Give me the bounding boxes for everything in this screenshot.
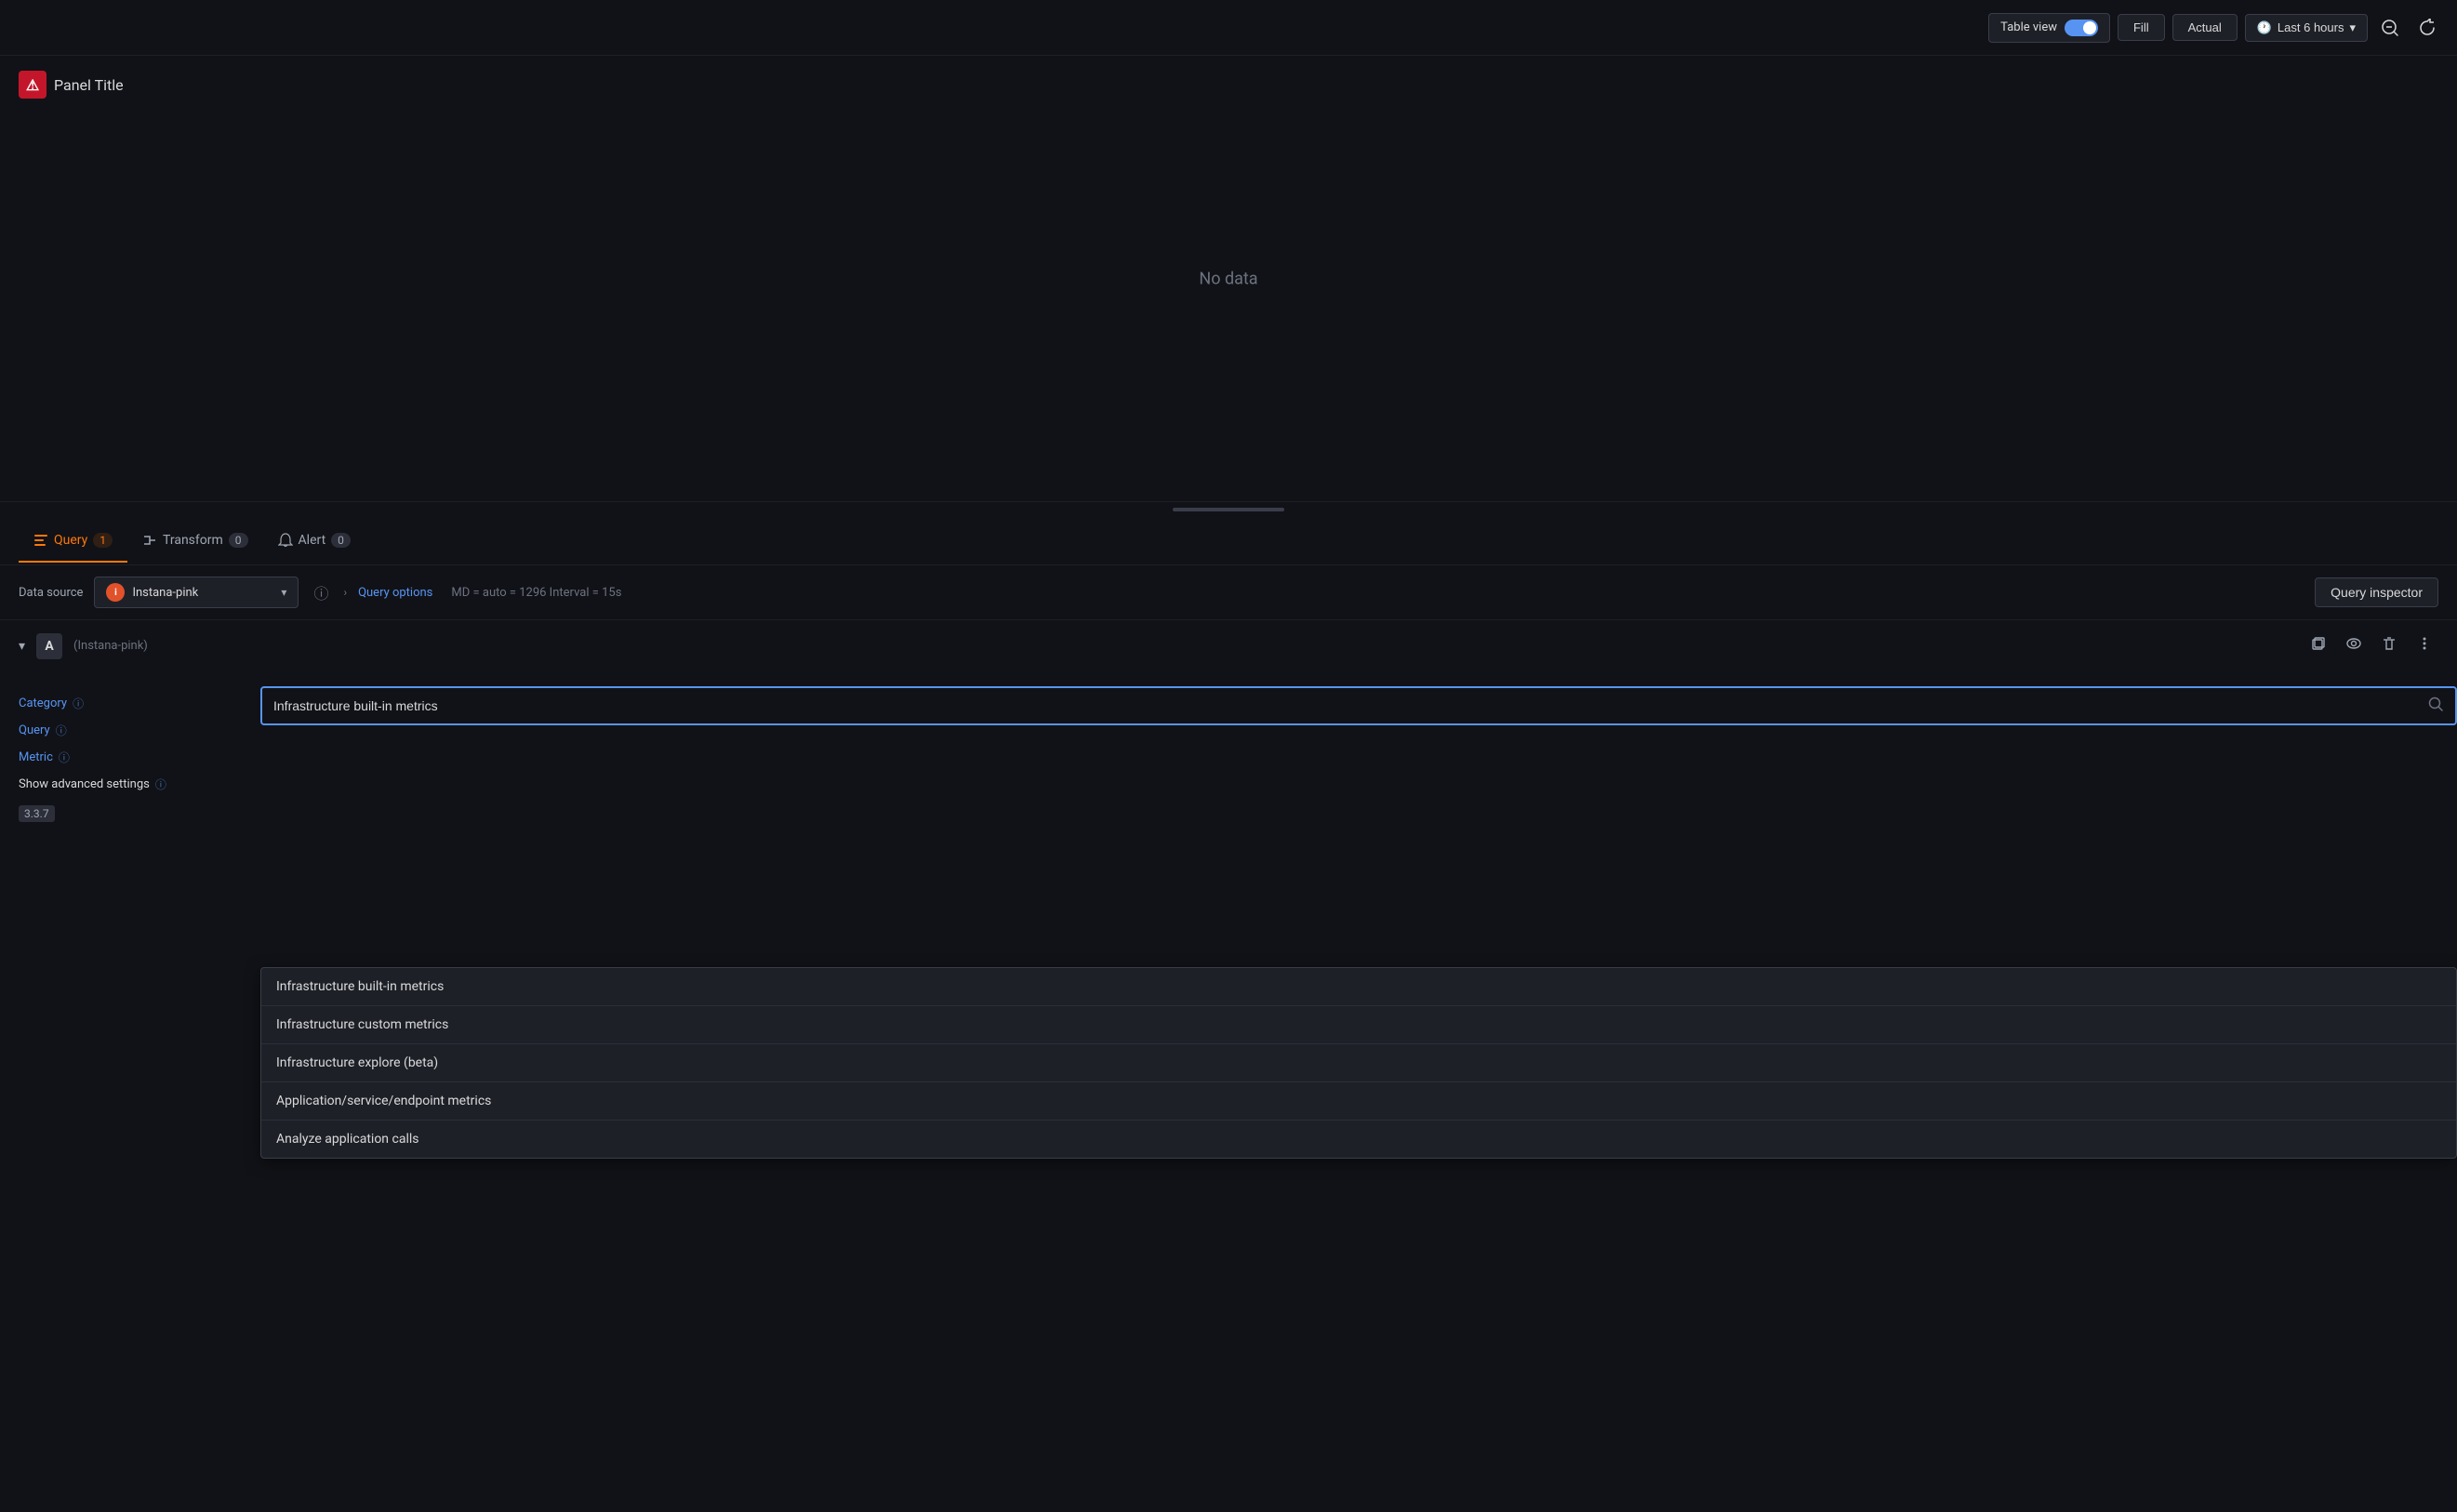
datasource-bar: Data source i Instana-pink ▾ ⓘ › Query o… xyxy=(0,565,2457,620)
chevron-down-icon: ▾ xyxy=(2349,20,2356,35)
field-query-info: ⓘ xyxy=(56,723,67,738)
category-input-wrapper xyxy=(260,686,2457,725)
category-input-area: Infrastructure built-in metrics Infrastr… xyxy=(260,683,2457,921)
field-advanced-label: Show advanced settings xyxy=(19,777,150,791)
alert-icon: ⚠ xyxy=(19,71,46,99)
tab-alert-label: Alert xyxy=(299,533,326,548)
panel-title: Panel Title xyxy=(54,76,124,94)
dropdown-item-3[interactable]: Application/service/endpoint metrics xyxy=(261,1082,2456,1121)
fill-button[interactable]: Fill xyxy=(2118,14,2165,41)
field-query[interactable]: Query ⓘ xyxy=(19,717,242,744)
breadcrumb-arrow: › xyxy=(343,586,347,599)
panel-header: ⚠ Panel Title xyxy=(0,56,2457,113)
time-icon: 🕐 xyxy=(2257,20,2272,35)
dropdown-item-1[interactable]: Infrastructure custom metrics xyxy=(261,1006,2456,1044)
chevron-down-icon: ▾ xyxy=(281,586,286,599)
tab-transform[interactable]: Transform 0 xyxy=(127,520,263,563)
meta-info: MD = auto = 1296 Interval = 15s xyxy=(451,586,621,600)
tab-query-badge: 1 xyxy=(93,533,113,548)
refresh-button[interactable] xyxy=(2412,13,2442,43)
collapse-button[interactable]: ▾ xyxy=(19,638,25,654)
tab-alert-badge: 0 xyxy=(331,533,351,548)
time-label: Last 6 hours xyxy=(2278,20,2344,34)
table-view-toggle[interactable]: Table view xyxy=(1988,13,2110,43)
table-view-switch[interactable] xyxy=(2065,20,2098,36)
datasource-select[interactable]: i Instana-pink ▾ xyxy=(94,577,299,608)
tabs-bar: Query 1 Transform 0 Alert 0 xyxy=(0,517,2457,565)
query-editor: ▾ A (Instana-pink) xyxy=(0,620,2457,683)
query-tab-icon xyxy=(33,533,48,548)
dropdown-item-2[interactable]: Infrastructure explore (beta) xyxy=(261,1044,2456,1082)
more-options-button[interactable] xyxy=(2411,631,2438,660)
alert-tab-icon xyxy=(278,533,293,548)
tab-query[interactable]: Query 1 xyxy=(19,520,127,563)
transform-tab-icon xyxy=(142,533,157,548)
field-metric[interactable]: Metric ⓘ xyxy=(19,744,242,771)
query-inspector-button[interactable]: Query inspector xyxy=(2315,577,2438,607)
tab-alert[interactable]: Alert 0 xyxy=(263,520,365,563)
top-toolbar: Table view Fill Actual 🕐 Last 6 hours ▾ xyxy=(0,0,2457,56)
query-actions xyxy=(2304,631,2438,660)
field-query-label: Query xyxy=(19,723,50,737)
search-icon xyxy=(2427,696,2444,716)
scroll-indicator xyxy=(0,502,2457,517)
field-category[interactable]: Category ⓘ xyxy=(19,690,242,717)
field-advanced-info: ⓘ xyxy=(155,776,166,792)
query-options-link[interactable]: Query options xyxy=(358,586,432,600)
table-view-label: Table view xyxy=(2000,20,2057,34)
hide-query-button[interactable] xyxy=(2340,631,2368,660)
field-category-label: Category xyxy=(19,696,67,710)
dropdown-item-0[interactable]: Infrastructure built-in metrics xyxy=(261,968,2456,1006)
datasource-name: Instana-pink xyxy=(132,586,273,600)
panel-area: ⚠ Panel Title No data xyxy=(0,56,2457,502)
actual-button[interactable]: Actual xyxy=(2172,14,2238,41)
datasource-tag: (Instana-pink) xyxy=(73,639,148,653)
version-badge: 3.3.7 xyxy=(19,805,55,822)
field-metric-info: ⓘ xyxy=(59,749,70,765)
tab-query-label: Query xyxy=(54,533,87,548)
info-button[interactable]: ⓘ xyxy=(310,577,332,607)
delete-query-button[interactable] xyxy=(2375,631,2403,660)
dropdown-list: Infrastructure built-in metrics Infrastr… xyxy=(260,967,2457,1159)
fields-area: Category ⓘ Query ⓘ Metric ⓘ Show advance… xyxy=(0,683,2457,921)
instana-logo: i xyxy=(106,583,125,602)
category-input[interactable] xyxy=(273,698,2427,713)
scroll-bar xyxy=(1173,508,1284,511)
tab-transform-badge: 0 xyxy=(229,533,248,548)
datasource-label: Data source xyxy=(19,586,83,600)
duplicate-query-button[interactable] xyxy=(2304,631,2332,660)
time-range-button[interactable]: 🕐 Last 6 hours ▾ xyxy=(2245,14,2368,42)
zoom-out-button[interactable] xyxy=(2375,13,2405,43)
tab-transform-label: Transform xyxy=(163,533,223,548)
dropdown-item-4[interactable]: Analyze application calls xyxy=(261,1121,2456,1158)
query-row: ▾ A (Instana-pink) xyxy=(19,631,2438,660)
field-advanced[interactable]: Show advanced settings ⓘ xyxy=(19,771,242,798)
field-metric-label: Metric xyxy=(19,750,53,764)
field-list: Category ⓘ Query ⓘ Metric ⓘ Show advance… xyxy=(0,683,260,921)
no-data-label: No data xyxy=(1199,269,1257,288)
query-letter: A xyxy=(36,633,62,659)
field-category-info: ⓘ xyxy=(73,696,84,711)
